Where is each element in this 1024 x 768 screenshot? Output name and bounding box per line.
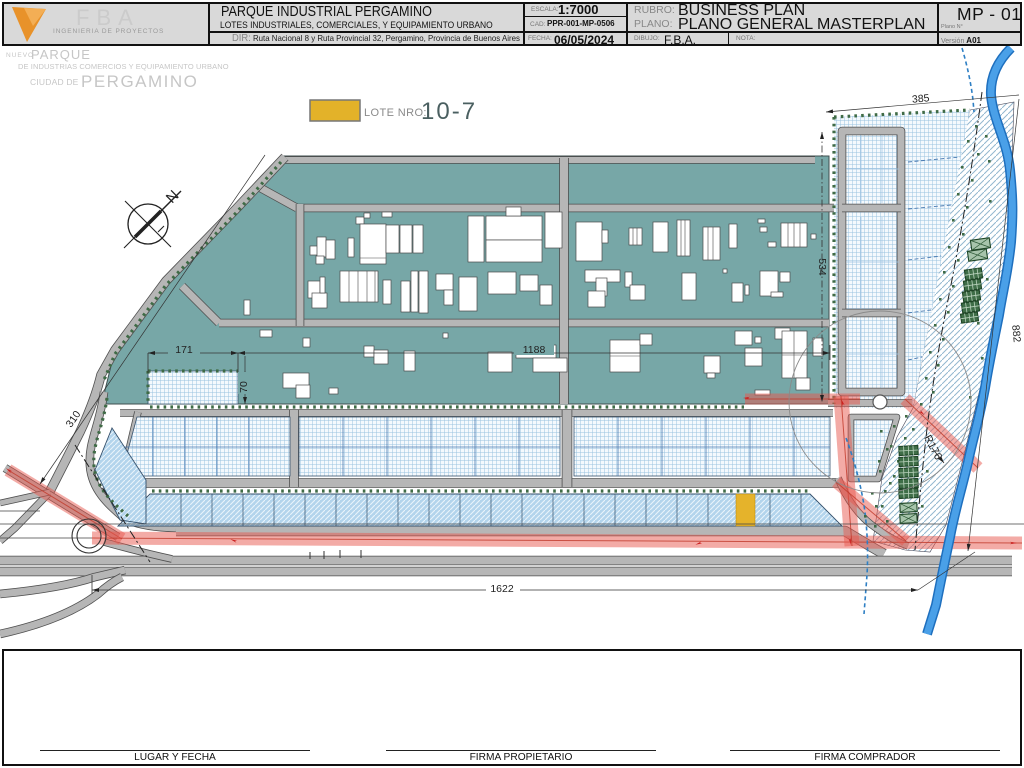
svg-text:171: 171 — [175, 344, 193, 356]
svg-text:385: 385 — [911, 92, 930, 105]
svg-text:1188: 1188 — [523, 344, 546, 356]
svg-text:70: 70 — [238, 381, 250, 393]
svg-text:N: N — [163, 187, 183, 207]
svg-text:882: 882 — [1009, 324, 1023, 343]
svg-text:1622: 1622 — [490, 583, 514, 595]
svg-text:534: 534 — [816, 258, 828, 276]
